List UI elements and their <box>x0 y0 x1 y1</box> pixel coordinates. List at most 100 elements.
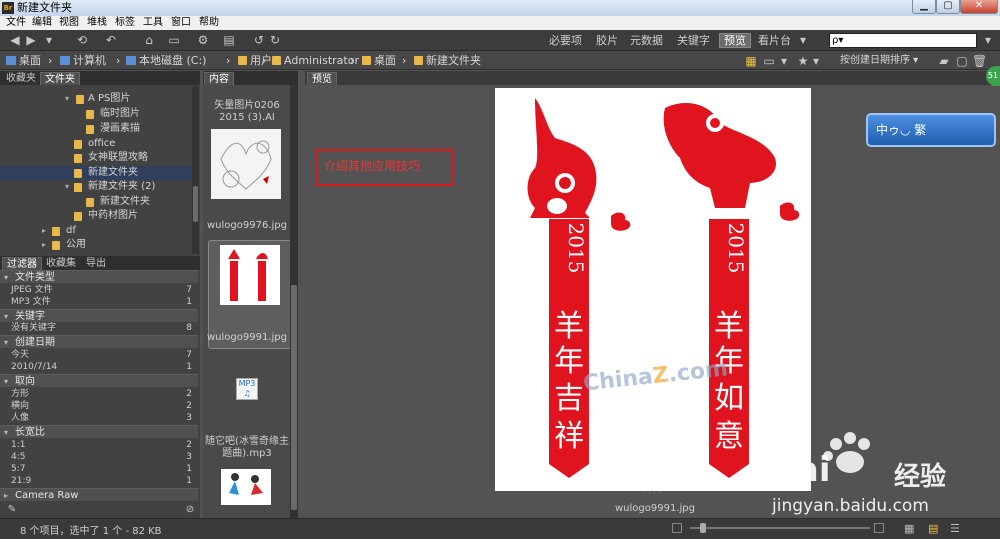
filter-item[interactable]: 21:9 1 <box>0 476 198 486</box>
view-mode-icon[interactable]: ▭ <box>762 54 776 69</box>
filter-group-cameraraw[interactable]: ▸ Camera Raw <box>0 488 198 501</box>
tab-export[interactable]: 导出 <box>82 257 110 270</box>
output-icon[interactable]: ▤ <box>218 33 240 48</box>
search-options-icon[interactable]: ▾ <box>982 33 994 48</box>
tab-favorites[interactable]: 收藏夹 <box>2 72 40 85</box>
filter-group-date[interactable]: ▾ 创建日期 <box>0 335 198 348</box>
breadcrumb-desktop[interactable]: 桌面 <box>6 53 41 68</box>
workspace-lighttable[interactable]: 看片台 <box>754 33 795 48</box>
list-view-icon[interactable]: ☰ <box>950 522 960 535</box>
breadcrumb-drive[interactable]: 本地磁盘 (C:) <box>126 53 206 68</box>
pin-icon[interactable]: ✎ <box>6 502 18 517</box>
menu-stack[interactable]: 堆栈 <box>87 16 107 30</box>
camera-icon[interactable]: ⌂ <box>140 33 158 48</box>
filter-item[interactable]: 方形 2 <box>0 389 198 399</box>
folder-tree-item[interactable]: 漫画素描 <box>0 122 192 136</box>
tab-collections[interactable]: 收藏集 <box>42 257 80 270</box>
preview-image[interactable]: 2015 羊 年 吉 祥 2015 羊 年 如 意 ChinaZ.com <box>495 88 811 491</box>
thumbnail-quality-icon[interactable]: ▦ <box>744 54 758 69</box>
scrollbar-thumb[interactable] <box>291 285 297 510</box>
tab-folders[interactable]: 文件夹 <box>40 72 80 85</box>
filter-group-keywords[interactable]: ▾ 关键字 <box>0 309 198 322</box>
menu-view[interactable]: 视图 <box>59 16 79 30</box>
new-folder-icon[interactable]: ▢ <box>955 54 969 69</box>
workspace-menu-icon[interactable]: ▾ <box>798 33 808 48</box>
breadcrumb-computer[interactable]: 计算机 <box>60 53 106 68</box>
rotate-right-icon[interactable]: ↻ <box>268 33 282 48</box>
folder-tree-item[interactable]: ▾ A PS图片 <box>0 92 192 106</box>
filter-item[interactable]: 人像 3 <box>0 413 198 423</box>
filter-item[interactable]: MP3 文件 1 <box>0 297 198 307</box>
gear-icon[interactable]: ⚙ <box>196 33 210 48</box>
grid-view-icon[interactable]: ▦ <box>904 522 914 535</box>
filter-item[interactable]: JPEG 文件 7 <box>0 285 198 295</box>
return-icon[interactable]: ↶ <box>104 33 118 48</box>
breadcrumb-users[interactable]: 用户 <box>238 53 272 68</box>
refine-icon[interactable]: ▭ <box>165 33 183 48</box>
slider-thumb[interactable] <box>700 523 706 533</box>
tab-preview[interactable]: 预览 <box>307 72 337 85</box>
menu-tools[interactable]: 工具 <box>143 16 163 30</box>
filter-item[interactable]: 1:1 2 <box>0 440 198 450</box>
thumbnail-size-slider[interactable] <box>690 523 870 533</box>
minimize-button[interactable]: ▁ <box>912 0 936 14</box>
thumbnail-wulogo9991[interactable] <box>220 245 280 305</box>
filter-item[interactable]: 今天 7 <box>0 350 198 360</box>
close-button[interactable]: ✕ <box>960 0 998 14</box>
open-recent-icon[interactable]: ▰ <box>936 54 952 69</box>
menu-window[interactable]: 窗口 <box>171 16 191 30</box>
folder-tree-item[interactable]: ▾ 新建文件夹 (2) <box>0 180 192 194</box>
tab-filter[interactable]: 过滤器 <box>2 257 42 270</box>
star-dropdown-icon[interactable]: ▾ <box>811 54 821 69</box>
details-view-icon[interactable]: ▤ <box>928 522 938 535</box>
filter-item[interactable]: 5:7 1 <box>0 464 198 474</box>
thumbnail-vector[interactable] <box>211 129 281 199</box>
workspace-filmstrip[interactable]: 胶片 <box>592 33 622 48</box>
zoom-in-icon[interactable] <box>874 523 884 533</box>
filter-item[interactable]: 4:5 3 <box>0 452 198 462</box>
ime-toolbar[interactable]: 中ゥ◡ 繁 <box>866 113 996 147</box>
breadcrumb-desktop2[interactable]: 桌面 <box>362 53 396 68</box>
breadcrumb-administrator[interactable]: Administrator <box>272 53 359 68</box>
floating-badge[interactable]: 51 <box>986 66 1000 86</box>
resize-handle-icon[interactable]: · · · · <box>643 490 663 498</box>
back-arrow-icon[interactable]: ◀ <box>8 33 22 48</box>
star-filter-icon[interactable]: ★ <box>796 54 810 69</box>
filter-group-aspect[interactable]: ▾ 长宽比 <box>0 425 198 438</box>
tab-content[interactable]: 内容 <box>204 72 234 85</box>
filter-group-orientation[interactable]: ▾ 取向 <box>0 374 198 387</box>
workspace-preview[interactable]: 预览 <box>719 33 751 48</box>
menu-edit[interactable]: 编辑 <box>32 16 52 30</box>
thumbnail-dancers[interactable] <box>221 469 271 505</box>
menu-help[interactable]: 帮助 <box>199 16 219 30</box>
sort-dropdown[interactable]: 按创建日期排序 ▾ <box>840 53 918 68</box>
filter-item[interactable]: 没有关键字 8 <box>0 323 198 333</box>
content-scrollbar[interactable] <box>290 85 298 518</box>
maximize-button[interactable]: ▢ <box>936 0 960 14</box>
menu-file[interactable]: 文件 <box>6 16 26 30</box>
forward-arrow-icon[interactable]: ▶ <box>24 33 38 48</box>
search-input[interactable]: ρ▾ <box>829 33 977 48</box>
view-dropdown-icon[interactable]: ▾ <box>779 54 789 69</box>
folder-tree-item[interactable]: 临时图片 <box>0 107 192 121</box>
filter-group-filetype[interactable]: ▾ 文件类型 <box>0 270 198 283</box>
folders-scrollbar[interactable] <box>192 86 199 254</box>
mp3-file-icon[interactable]: MP3 ♫ <box>236 378 258 400</box>
folder-tree-item[interactable]: office <box>0 137 192 151</box>
rotate-left-icon[interactable]: ↺ <box>252 33 266 48</box>
folder-tree-item[interactable]: ▸ 公用 <box>0 238 192 252</box>
menu-label[interactable]: 标签 <box>115 16 135 30</box>
folder-tree-item-selected[interactable]: 新建文件夹 <box>0 166 192 180</box>
folder-tree-item[interactable]: ▸ df <box>0 224 192 238</box>
zoom-out-icon[interactable] <box>672 523 682 533</box>
go-parent-icon[interactable]: ⟲ <box>72 33 92 48</box>
folder-tree-item[interactable]: 新建文件夹 <box>0 195 192 209</box>
folder-tree-item[interactable]: 女神联盟攻略 <box>0 151 192 165</box>
workspace-essentials[interactable]: 必要项 <box>545 33 586 48</box>
workspace-keywords[interactable]: 关键字 <box>673 33 714 48</box>
folder-tree-item[interactable]: 中药材图片 <box>0 209 192 223</box>
filter-item[interactable]: 横向 2 <box>0 401 198 411</box>
clear-filter-icon[interactable]: ⊘ <box>184 502 196 517</box>
workspace-metadata[interactable]: 元数据 <box>626 33 667 48</box>
delete-icon[interactable]: 🗑 <box>972 54 987 69</box>
